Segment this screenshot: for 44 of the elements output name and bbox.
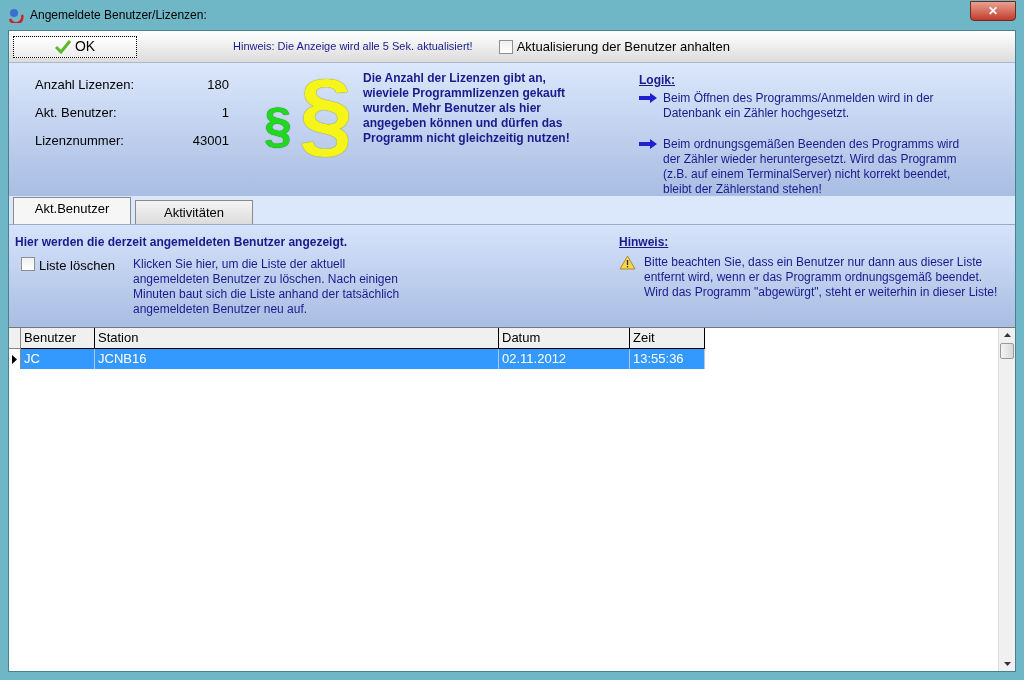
table-cell: 13:55:36 <box>630 349 705 369</box>
clear-list-text: Klicken Sie hier, um die Liste der aktuell angemeldeten Benutzer zu löschen. Nach einigen Minuten baut sich die Liste anhand der tatsächlich angemeldeten Benutzer neu auf. <box>133 257 401 317</box>
note-text: Bitte beachten Sie, dass ein Benutzer nur dann aus dieser Liste entfernt wird, wenn er das Programm ordnungsgemäß beendet. Wird das Programm "abgewürgt", steht er weiterhin in dieser Liste! <box>644 255 999 300</box>
arrow-icon <box>639 139 657 149</box>
panel-heading: Hier werden die derzeit angemeldeten Benutzer angezeigt. <box>15 234 349 251</box>
arrow-icon <box>639 93 657 103</box>
scroll-down-icon[interactable] <box>1003 662 1011 666</box>
column-header[interactable]: Benutzer <box>21 328 95 349</box>
column-header[interactable]: Datum <box>499 328 630 349</box>
app-icon <box>8 7 24 23</box>
tab[interactable]: Aktivitäten <box>135 200 253 224</box>
field-value: 180 <box>206 76 230 92</box>
scroll-up-icon[interactable] <box>1003 333 1011 337</box>
table-cell: JC <box>21 349 95 369</box>
logic-title: Logik: <box>639 72 676 89</box>
refresh-hint: Hinweis: Die Anzeige wird alle 5 Sek. aktualisiert! <box>233 39 473 55</box>
field-value: 43001 <box>191 132 230 148</box>
scrollbar[interactable] <box>998 328 1015 671</box>
column-header[interactable]: Station <box>95 328 499 349</box>
logic-text: Beim ordnungsgemäßen Beenden des Programms wird der Zähler wieder heruntergesetzt. Wird das Programm (z.B. auf einem TerminalServer) nicht korrekt beendet, bleibt der Zählerstand stehen! <box>663 137 961 197</box>
pause-checkbox[interactable] <box>498 39 513 54</box>
ok-button[interactable]: OK <box>13 35 137 58</box>
pause-label: Aktualisierung der Benutzer anhalten <box>516 37 730 56</box>
row-indicator[interactable] <box>9 349 21 369</box>
table-cell: JCNB16 <box>95 349 499 369</box>
section-symbol: § <box>263 101 293 151</box>
field-label: Anzahl Lizenzen: <box>35 76 135 92</box>
checkmark-icon <box>54 39 71 54</box>
field-label: Akt. Benutzer: <box>35 104 118 120</box>
window-title: Angemeldete Benutzer/Lizenzen: <box>30 7 207 24</box>
section-symbol: § <box>298 63 354 163</box>
scroll-thumb[interactable] <box>1000 343 1014 359</box>
field-value: 1 <box>220 104 230 120</box>
field-label: Lizenznummer: <box>35 132 125 148</box>
table-cell: 02.11.2012 <box>499 349 630 369</box>
logic-text: Beim Öffnen des Programms/Anmelden wird in der Datenbank ein Zähler hochgesetzt. <box>663 91 935 121</box>
row-pointer-icon <box>12 354 17 364</box>
clear-list-checkbox[interactable] <box>21 257 35 271</box>
note-title: Hinweis: <box>619 234 670 251</box>
column-header[interactable]: Zeit <box>630 328 705 349</box>
warning-icon <box>619 255 636 270</box>
clear-list-label: Liste löschen <box>39 257 115 275</box>
tab[interactable]: Akt.Benutzer <box>13 197 131 224</box>
license-description: Die Anzahl der Lizenzen gibt an, wieviele Programmlizenzen gekauft wurden. Mehr Benutzer als hier angegeben können und dürfen das Programm nicht gleichzeitig nutzen! <box>363 71 571 146</box>
